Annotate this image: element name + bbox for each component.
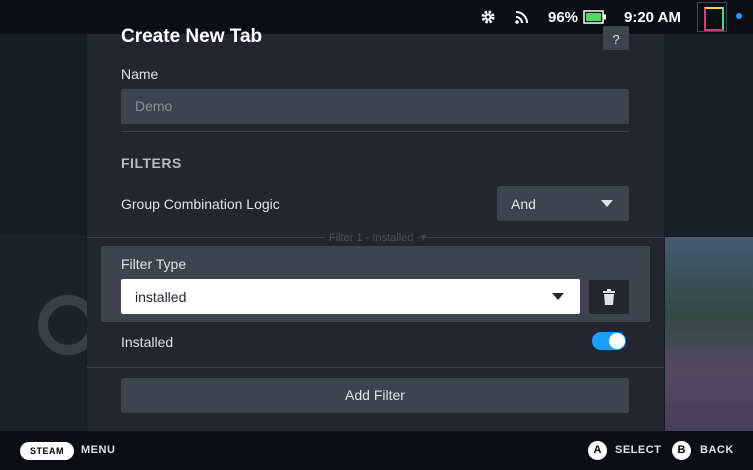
divider — [87, 367, 664, 368]
bottom-bar: STEAM MENU A SELECT B BACK — [0, 431, 753, 470]
battery-percent: 96% — [548, 8, 579, 26]
clock: 9:20 AM — [624, 8, 681, 26]
caret-down-icon: ▾ — [420, 232, 426, 244]
menu-label: MENU — [81, 444, 116, 456]
filter-group: Filter Type installed — [101, 246, 650, 322]
gear-icon[interactable] — [480, 0, 496, 34]
filter-divider-text: Filter 1 - Installed — [325, 232, 418, 244]
installed-label: Installed — [121, 334, 174, 350]
add-filter-button[interactable]: Add Filter — [121, 378, 629, 413]
dialog-title: Create New Tab — [121, 26, 263, 47]
filter-divider-label[interactable]: Filter 1 - Installed ▾ — [87, 231, 664, 244]
group-logic-value: And — [511, 195, 536, 212]
group-logic-dropdown[interactable]: And — [497, 186, 629, 221]
steam-button[interactable]: STEAM — [20, 442, 74, 460]
help-button[interactable]: ? — [603, 26, 629, 50]
filter-type-dropdown[interactable]: installed — [121, 279, 580, 314]
a-button-icon[interactable]: A — [588, 441, 607, 460]
delete-filter-button[interactable] — [589, 280, 629, 314]
status-bar: 96% 9:20 AM — [0, 0, 753, 34]
online-status-dot — [736, 13, 742, 19]
back-label: BACK — [700, 444, 734, 456]
create-tab-dialog: Create New Tab ? Name Demo FILTERS Group… — [87, 26, 664, 432]
name-input[interactable]: Demo — [121, 89, 629, 124]
filters-heading: FILTERS — [121, 155, 182, 171]
background-tile-left — [0, 235, 98, 431]
filter-type-value: installed — [135, 288, 187, 305]
wifi-icon — [514, 0, 530, 34]
background-tile-right-top — [665, 34, 753, 234]
avatar[interactable] — [697, 2, 727, 32]
background-tile-right — [665, 237, 753, 431]
chevron-down-icon — [552, 293, 564, 300]
toggle-knob — [609, 333, 625, 349]
b-button-icon[interactable]: B — [672, 441, 691, 460]
filter-type-label: Filter Type — [121, 256, 187, 272]
chevron-down-icon — [601, 200, 613, 207]
name-label: Name — [121, 66, 159, 82]
select-label: SELECT — [615, 444, 662, 456]
installed-toggle[interactable] — [592, 332, 626, 350]
divider — [121, 131, 629, 132]
trash-icon — [603, 289, 615, 305]
group-logic-label: Group Combination Logic — [121, 196, 280, 212]
